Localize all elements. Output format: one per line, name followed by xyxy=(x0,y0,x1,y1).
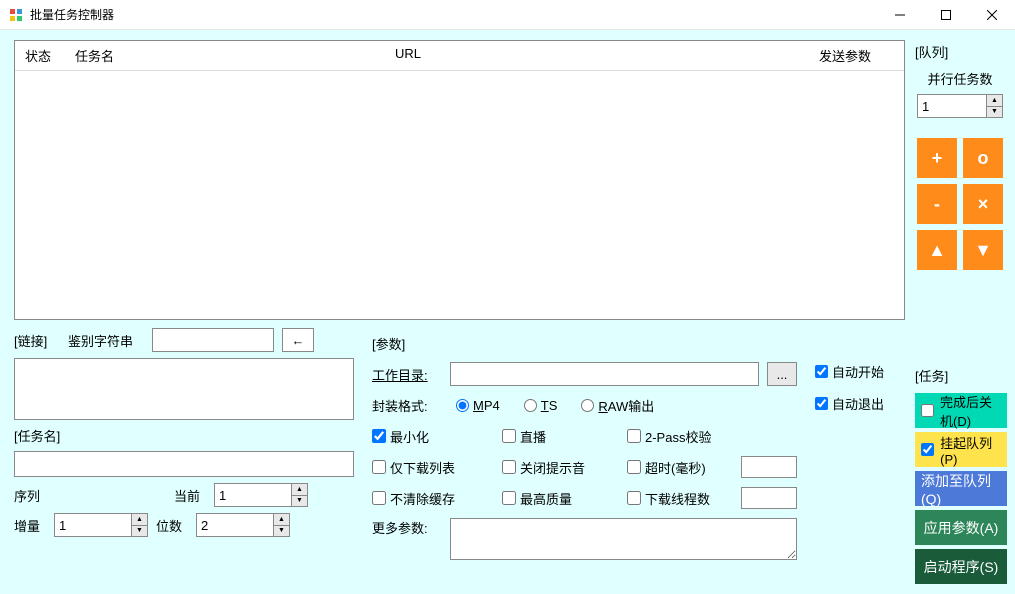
ident-input[interactable] xyxy=(152,328,274,352)
check-dl-list-only[interactable]: 仅下载列表 xyxy=(372,458,502,477)
check-minimize[interactable]: 最小化 xyxy=(372,427,502,446)
timeout-input[interactable] xyxy=(741,456,797,478)
check-best-quality[interactable]: 最高质量 xyxy=(502,489,627,508)
queue-remove-button[interactable]: - xyxy=(917,184,957,224)
sequence-label: 序列 xyxy=(14,486,166,505)
check-mute[interactable]: 关闭提示音 xyxy=(502,458,627,477)
queue-clear-button[interactable]: o xyxy=(963,138,1003,178)
start-button[interactable]: 启动程序(S) xyxy=(915,549,1007,584)
queue-add-button[interactable]: + xyxy=(917,138,957,178)
dl-threads-input[interactable] xyxy=(741,487,797,509)
radio-mp4[interactable]: MP4 xyxy=(456,398,500,413)
queue-delete-button[interactable]: × xyxy=(963,184,1003,224)
parallel-label: 并行任务数 xyxy=(915,69,1005,88)
increment-up[interactable]: ▲ xyxy=(131,514,147,526)
more-params-input[interactable] xyxy=(450,518,797,560)
digits-up[interactable]: ▲ xyxy=(273,514,289,526)
check-timeout[interactable]: 超时(毫秒) xyxy=(627,458,737,477)
queue-down-button[interactable]: ▼ xyxy=(963,230,1003,270)
minimize-button[interactable] xyxy=(877,0,923,30)
task-section-label: [任务] xyxy=(915,364,1007,387)
window-title: 批量任务控制器 xyxy=(30,6,877,23)
arrow-left-button[interactable]: ← xyxy=(282,328,314,352)
col-name[interactable]: 任务名 xyxy=(65,41,385,70)
check-live[interactable]: 直播 xyxy=(502,427,627,446)
increment-label: 增量 xyxy=(14,516,46,535)
current-down[interactable]: ▼ xyxy=(291,496,307,507)
check-auto-start[interactable]: 自动开始 xyxy=(815,358,905,384)
format-label: 封装格式: xyxy=(372,396,448,415)
maximize-button[interactable] xyxy=(923,0,969,30)
queue-section-label: [队列] xyxy=(915,40,1007,63)
params-section-label: [参数] xyxy=(372,334,405,353)
radio-raw[interactable]: RAW输出 xyxy=(581,396,654,415)
task-table[interactable]: 状态 任务名 URL 发送参数 xyxy=(14,40,905,320)
close-button[interactable] xyxy=(969,0,1015,30)
taskname-input[interactable] xyxy=(14,451,354,477)
ellipsis-icon: ... xyxy=(777,367,788,382)
suspend-button[interactable]: 挂起队列(P) xyxy=(915,432,1007,467)
add-to-queue-button[interactable]: 添加至队列(Q) xyxy=(915,471,1007,506)
app-icon xyxy=(8,7,24,23)
workdir-input[interactable] xyxy=(450,362,759,386)
radio-ts[interactable]: TS xyxy=(524,398,558,413)
shutdown-button[interactable]: 完成后关机(D) xyxy=(915,393,1007,428)
col-params[interactable]: 发送参数 xyxy=(809,41,904,70)
arrow-left-icon: ← xyxy=(292,333,305,348)
col-status[interactable]: 状态 xyxy=(15,41,65,70)
check-2pass[interactable]: 2-Pass校验 xyxy=(627,427,737,446)
queue-up-button[interactable]: ▲ xyxy=(917,230,957,270)
taskname-section-label: [任务名] xyxy=(14,426,354,445)
link-section-label: [链接] xyxy=(14,331,60,350)
increment-down[interactable]: ▼ xyxy=(131,526,147,537)
more-params-label: 更多参数: xyxy=(372,518,442,537)
parallel-up[interactable]: ▲ xyxy=(986,95,1002,107)
digits-down[interactable]: ▼ xyxy=(273,526,289,537)
col-url[interactable]: URL xyxy=(385,41,809,70)
check-dl-threads[interactable]: 下载线程数 xyxy=(627,489,737,508)
parallel-down[interactable]: ▼ xyxy=(986,107,1002,118)
apply-params-button[interactable]: 应用参数(A) xyxy=(915,510,1007,545)
browse-button[interactable]: ... xyxy=(767,362,797,386)
digits-label: 位数 xyxy=(156,516,188,535)
workdir-label[interactable]: 工作目录: xyxy=(372,365,442,384)
current-up[interactable]: ▲ xyxy=(291,484,307,496)
ident-label: 鉴别字符串 xyxy=(68,331,144,350)
check-no-clear-cache[interactable]: 不清除缓存 xyxy=(372,489,502,508)
titlebar: 批量任务控制器 xyxy=(0,0,1015,30)
link-textarea[interactable] xyxy=(14,358,354,420)
check-auto-exit[interactable]: 自动退出 xyxy=(815,390,905,416)
current-label: 当前 xyxy=(174,486,206,505)
